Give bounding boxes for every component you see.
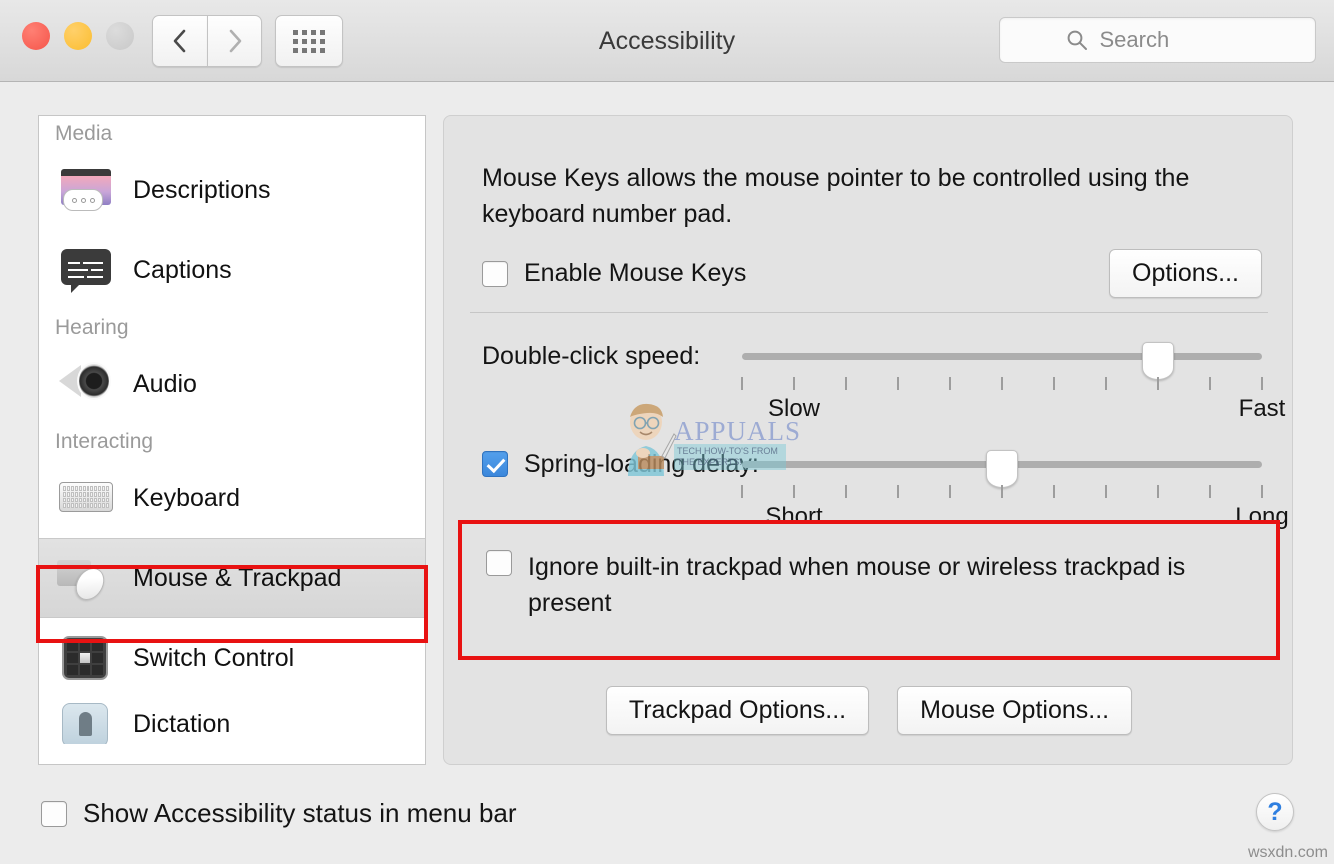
spring-loading-delay-ticks — [742, 481, 1262, 503]
sidebar-item-label: Descriptions — [133, 176, 271, 205]
minimize-button[interactable] — [64, 22, 92, 50]
navigation-buttons — [152, 15, 262, 67]
trackpad-options-button[interactable]: Trackpad Options... — [606, 686, 869, 735]
double-click-speed-label: Double-click speed: — [482, 342, 742, 371]
captions-icon — [57, 245, 115, 295]
enable-mouse-keys-label: Enable Mouse Keys — [524, 259, 746, 288]
sidebar-item-captions[interactable]: Captions — [39, 230, 425, 310]
slider-tick — [793, 485, 795, 498]
keyboard-icon — [57, 473, 115, 523]
spring-loading-checkbox-row[interactable]: Spring-loading delay: — [482, 450, 742, 479]
forward-button[interactable] — [207, 15, 262, 67]
show-all-button[interactable] — [275, 15, 343, 67]
slider-tick — [1261, 377, 1263, 390]
slider-tick — [1157, 377, 1159, 390]
settings-panel: Mouse Keys allows the mouse pointer to b… — [443, 115, 1293, 765]
slider-tick — [1209, 377, 1211, 390]
search-icon — [1066, 29, 1088, 51]
sidebar-item-label: Dictation — [133, 710, 230, 739]
sidebar-item-label: Captions — [133, 256, 232, 285]
double-click-speed-block: Double-click speed: Slow Fast — [482, 341, 1262, 425]
dictation-icon — [57, 700, 115, 744]
sidebar-item-label: Audio — [133, 370, 197, 399]
show-accessibility-status-row[interactable]: Show Accessibility status in menu bar — [41, 798, 517, 829]
slider-tick — [1001, 377, 1003, 390]
zoom-button[interactable] — [106, 22, 134, 50]
search-input[interactable] — [1100, 27, 1250, 53]
double-click-speed-row: Double-click speed: — [482, 341, 1262, 371]
search-field[interactable] — [999, 17, 1316, 63]
sidebar-item-label: Mouse & Trackpad — [133, 564, 341, 593]
switch-control-icon — [57, 633, 115, 683]
audio-icon — [57, 359, 115, 409]
sidebar-item-descriptions[interactable]: Descriptions — [39, 150, 425, 230]
sidebar-item-label: Keyboard — [133, 484, 240, 513]
spring-loading-delay-row: Spring-loading delay: — [482, 449, 1262, 479]
slider-tick — [1053, 377, 1055, 390]
slider-tick — [1157, 485, 1159, 498]
slider-tick — [845, 377, 847, 390]
sidebar-item-dictation[interactable]: Dictation — [39, 698, 425, 744]
slider-tick — [897, 485, 899, 498]
panel-action-buttons: Trackpad Options... Mouse Options... — [444, 686, 1294, 735]
sidebar-item-audio[interactable]: Audio — [39, 344, 425, 424]
slider-tick — [1105, 485, 1107, 498]
enable-mouse-keys-row: Enable Mouse Keys Options... — [482, 249, 1262, 298]
spring-loading-checkbox[interactable] — [482, 451, 508, 477]
mouse-trackpad-icon — [57, 553, 115, 603]
section-divider — [470, 312, 1268, 313]
window-controls — [22, 22, 134, 50]
double-click-speed-ticks — [742, 373, 1262, 395]
back-button[interactable] — [152, 15, 207, 67]
double-click-speed-end-labels: Slow Fast — [742, 395, 1262, 425]
slider-high-label: Fast — [1239, 395, 1286, 423]
slider-tick — [1105, 377, 1107, 390]
slider-tick — [793, 377, 795, 390]
slider-tick — [1209, 485, 1211, 498]
mouse-options-button[interactable]: Mouse Options... — [897, 686, 1132, 735]
spring-loading-delay-slider[interactable] — [742, 449, 1262, 479]
slider-tick — [741, 377, 743, 390]
ignore-trackpad-checkbox-row[interactable]: Ignore built-in trackpad when mouse or w… — [486, 550, 1246, 621]
category-sidebar[interactable]: Media Descriptions Captions Hearing — [38, 115, 426, 765]
slider-tick — [949, 485, 951, 498]
mouse-keys-description: Mouse Keys allows the mouse pointer to b… — [482, 161, 1262, 232]
ignore-trackpad-label: Ignore built-in trackpad when mouse or w… — [528, 550, 1246, 621]
show-accessibility-status-checkbox[interactable] — [41, 801, 67, 827]
sidebar-group-media: Media — [39, 116, 425, 150]
slider-tick — [949, 377, 951, 390]
chevron-left-icon — [172, 28, 188, 54]
slider-tick — [897, 377, 899, 390]
double-click-speed-slider[interactable] — [742, 341, 1262, 371]
sidebar-group-interacting: Interacting — [39, 424, 425, 458]
sidebar-item-label: Switch Control — [133, 644, 294, 673]
slider-tick — [1001, 485, 1003, 498]
show-accessibility-status-label: Show Accessibility status in menu bar — [83, 798, 517, 829]
sidebar-group-hearing: Hearing — [39, 310, 425, 344]
slider-tick — [1053, 485, 1055, 498]
slider-tick — [1261, 485, 1263, 498]
spring-loading-delay-label: Spring-loading delay: — [524, 450, 759, 479]
mouse-keys-options-button[interactable]: Options... — [1109, 249, 1262, 298]
enable-mouse-keys-checkbox-row[interactable]: Enable Mouse Keys — [482, 259, 746, 288]
descriptions-icon — [57, 165, 115, 215]
slider-tick — [845, 485, 847, 498]
grid-icon — [293, 30, 325, 53]
ignore-trackpad-highlight-annotation: Ignore built-in trackpad when mouse or w… — [458, 520, 1280, 660]
site-watermark: wsxdn.com — [1248, 844, 1328, 862]
slider-tick — [741, 485, 743, 498]
slider-low-label: Slow — [768, 395, 820, 423]
close-button[interactable] — [22, 22, 50, 50]
slider-track — [742, 353, 1262, 360]
help-button[interactable]: ? — [1256, 793, 1294, 831]
preferences-window: Accessibility Media Descriptions — [0, 0, 1334, 864]
sidebar-item-switch-control[interactable]: Switch Control — [39, 618, 425, 698]
sidebar-item-mouse-trackpad[interactable]: Mouse & Trackpad — [39, 538, 425, 618]
title-bar: Accessibility — [0, 0, 1334, 82]
ignore-trackpad-checkbox[interactable] — [486, 550, 512, 576]
chevron-right-icon — [227, 28, 243, 54]
enable-mouse-keys-checkbox[interactable] — [482, 261, 508, 287]
sidebar-item-keyboard[interactable]: Keyboard — [39, 458, 425, 538]
